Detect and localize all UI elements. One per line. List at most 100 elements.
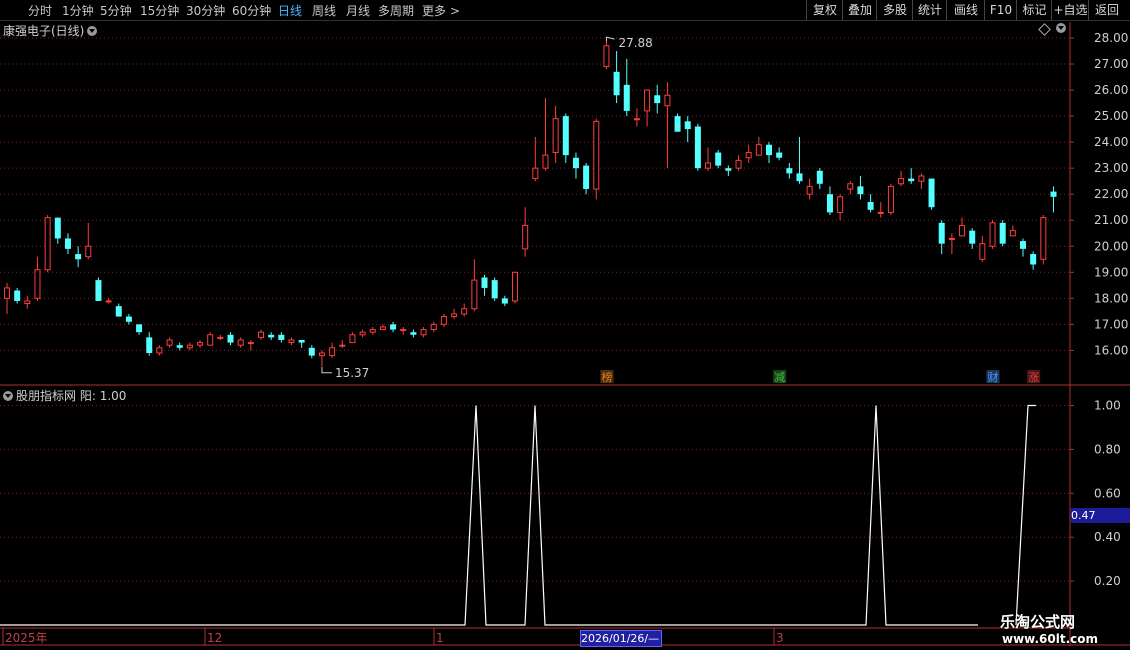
candle-body [694, 126, 701, 169]
candle-body [491, 280, 498, 299]
indicator-tick-label: 0.40 [1094, 530, 1121, 544]
indicator-tick-label: 0.60 [1094, 486, 1121, 500]
indicator-line [0, 405, 978, 626]
badge-0: 榜 [601, 370, 612, 384]
candle-body [745, 152, 752, 159]
candle-body [176, 345, 183, 348]
indicator-tick-label: 1.00 [1094, 399, 1121, 413]
price-tick-label: 20.00 [1094, 239, 1128, 253]
candle-body [979, 243, 986, 260]
candle-body [136, 324, 143, 333]
candle-body [572, 157, 579, 169]
candle-body [877, 211, 884, 214]
candle-body [928, 178, 935, 208]
price-tick-label: 19.00 [1094, 265, 1128, 279]
candle-body [542, 154, 549, 169]
candle-body [308, 347, 315, 356]
indicator-title: 股朋指标网 阳: 1.00 [3, 387, 126, 404]
price-tick-label: 27.00 [1094, 57, 1128, 71]
candle-body [24, 300, 31, 305]
candle-body [948, 237, 955, 240]
candle-body [197, 342, 204, 346]
candle-body [268, 334, 275, 338]
candle-body [562, 116, 569, 156]
candle-body [390, 324, 397, 330]
candle-body [461, 308, 468, 315]
candle-body [705, 162, 712, 169]
candle-body [847, 183, 854, 190]
candle-body [440, 316, 447, 325]
x-axis-label: 2025年 [5, 631, 48, 645]
price-tick-label: 18.00 [1094, 291, 1128, 305]
candle-body [359, 331, 366, 336]
candle-body [105, 300, 112, 303]
candle-body [318, 352, 325, 357]
candle-body [654, 95, 661, 104]
candle-body [603, 45, 610, 68]
indicator-line-end [1015, 404, 1036, 626]
badge-1: 减 [774, 371, 785, 384]
candle-body [227, 334, 234, 343]
candle-body [593, 120, 600, 190]
candle-body [715, 152, 722, 166]
candle-body [633, 118, 640, 121]
candle-body [1020, 241, 1026, 249]
candle-body [887, 185, 894, 213]
watermark-url: www.60lt.com [1002, 632, 1099, 646]
stock-chart[interactable]: 28.00 27.00 26.00 25.00 24.00 23.00 22.00 21.00… [0, 0, 1130, 650]
candle-body [898, 178, 905, 185]
candle-body [329, 347, 336, 357]
low-annotation: 15.37 [335, 366, 369, 380]
candle-body [1009, 230, 1016, 237]
candle-body [989, 222, 996, 247]
candle-body [75, 254, 82, 260]
candle-body [512, 271, 518, 302]
candle-body [34, 269, 41, 299]
indicator-current-value: 0.47 [1071, 508, 1130, 523]
candle-body [532, 167, 539, 180]
candle-body [796, 173, 803, 182]
candle-body [857, 186, 864, 195]
candle-body [918, 175, 925, 182]
candle-body [674, 116, 681, 132]
candle-body [959, 224, 966, 237]
candle-body [969, 230, 976, 244]
candle-body [217, 336, 224, 339]
candle-body [379, 326, 386, 331]
candle-body [369, 329, 376, 333]
candle-body [278, 334, 285, 340]
candle-body [451, 313, 458, 318]
candle-body [471, 279, 478, 310]
candle-body [806, 185, 813, 195]
candle-body [481, 277, 488, 288]
price-tick-label: 25.00 [1094, 109, 1128, 123]
indicator-dropdown-icon[interactable] [3, 391, 13, 401]
indicator-tick-label: 0.20 [1094, 574, 1121, 588]
candle-body [64, 238, 71, 249]
candle-body [95, 280, 102, 301]
price-tick-label: 17.00 [1094, 317, 1128, 331]
candle-body [44, 217, 51, 271]
candle-body [837, 196, 844, 213]
candle-body [1030, 254, 1037, 265]
candle-body [298, 339, 305, 343]
candle-body [156, 347, 163, 354]
candle-body [755, 144, 762, 156]
watermark-title: 乐淘公式网 [1000, 613, 1076, 631]
high-annotation: 27.88 [618, 36, 652, 50]
candle-body [999, 222, 1006, 244]
price-tick-label: 28.00 [1094, 31, 1128, 45]
candle-body [735, 159, 742, 169]
candle-body [349, 334, 356, 344]
dropdown-icon[interactable] [87, 26, 98, 36]
candle-body [623, 84, 630, 111]
candle-body [207, 334, 214, 346]
candle-body [258, 331, 264, 338]
candle-body [339, 344, 346, 347]
candle-body [501, 298, 508, 304]
candle-body [664, 94, 671, 107]
panel-menu-icon[interactable] [1056, 23, 1066, 33]
candle-body [1050, 191, 1057, 197]
selected-date: 2026/01/26/— [580, 630, 662, 647]
candle-body [125, 316, 132, 322]
